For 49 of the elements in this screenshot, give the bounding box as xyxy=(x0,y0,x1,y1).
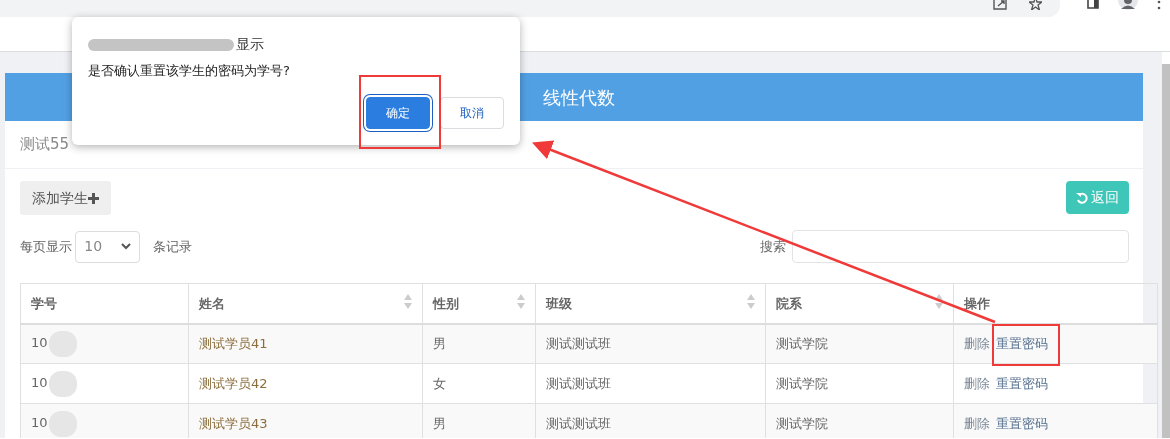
sidebar-icon[interactable] xyxy=(1087,0,1099,9)
delete-link[interactable]: 删除 xyxy=(964,415,990,431)
table-cell-text: 10 xyxy=(31,374,48,392)
table-cell: 测试测试班 xyxy=(546,415,611,431)
delete-link[interactable]: 删除 xyxy=(964,375,990,391)
column-header: 操作 xyxy=(964,295,990,311)
redaction-blur xyxy=(48,370,77,397)
student-name: 测试学员42 xyxy=(199,375,268,391)
table-cell: 测试测试班 xyxy=(546,336,611,351)
plus-icon xyxy=(88,192,99,204)
column-header: 学号 xyxy=(31,295,57,311)
table-cell-text: 10 xyxy=(31,334,48,353)
column-header[interactable]: 性别 xyxy=(433,295,459,311)
delete-link[interactable]: 删除 xyxy=(964,336,990,351)
confirm-button[interactable]: 确定 xyxy=(366,96,430,129)
reset-password-link[interactable]: 重置密码 xyxy=(996,336,1048,351)
highlight-box xyxy=(992,324,1060,366)
table-cell: 测试学院 xyxy=(776,375,828,391)
table-cell: 测试学院 xyxy=(776,415,828,431)
scrollbar[interactable] xyxy=(1162,64,1170,438)
caret-icon xyxy=(121,243,132,250)
column-header[interactable]: 班级 xyxy=(546,295,572,311)
table-cell-text: 10 xyxy=(31,414,48,432)
undo-icon xyxy=(1075,191,1088,204)
search-label: 搜索 xyxy=(759,237,786,256)
search-field[interactable] xyxy=(792,230,1129,263)
table-cell: 测试学院 xyxy=(776,336,828,351)
student-name: 测试学员41 xyxy=(199,336,268,351)
reset-password-link[interactable]: 重置密码 xyxy=(996,415,1048,431)
reset-password-link[interactable]: 重置密码 xyxy=(996,375,1048,391)
table-cell: 女 xyxy=(433,375,446,391)
student-name: 测试学员43 xyxy=(199,415,268,431)
page-length-select[interactable]: 10 xyxy=(75,230,141,263)
profile-icon[interactable] xyxy=(1117,0,1139,12)
cancel-button[interactable]: 取消 xyxy=(440,96,504,129)
star-icon[interactable] xyxy=(1029,0,1042,10)
menu-icon[interactable] xyxy=(1157,0,1161,10)
column-header[interactable]: 姓名 xyxy=(199,295,225,311)
share-icon[interactable] xyxy=(993,0,1007,10)
table-cell: 男 xyxy=(433,415,446,431)
table-cell: 男 xyxy=(433,336,446,351)
table-cell: 测试测试班 xyxy=(546,375,611,391)
add-student-button[interactable]: 添加学生 xyxy=(20,181,111,215)
subtitle: 测试55 xyxy=(20,134,70,156)
length-label: 条记录 xyxy=(153,237,193,256)
sort-icon[interactable] xyxy=(935,293,943,309)
dialog-title: 显示 xyxy=(236,35,264,54)
length-label: 每页显示 xyxy=(20,237,72,256)
column-header[interactable]: 院系 xyxy=(776,295,802,311)
